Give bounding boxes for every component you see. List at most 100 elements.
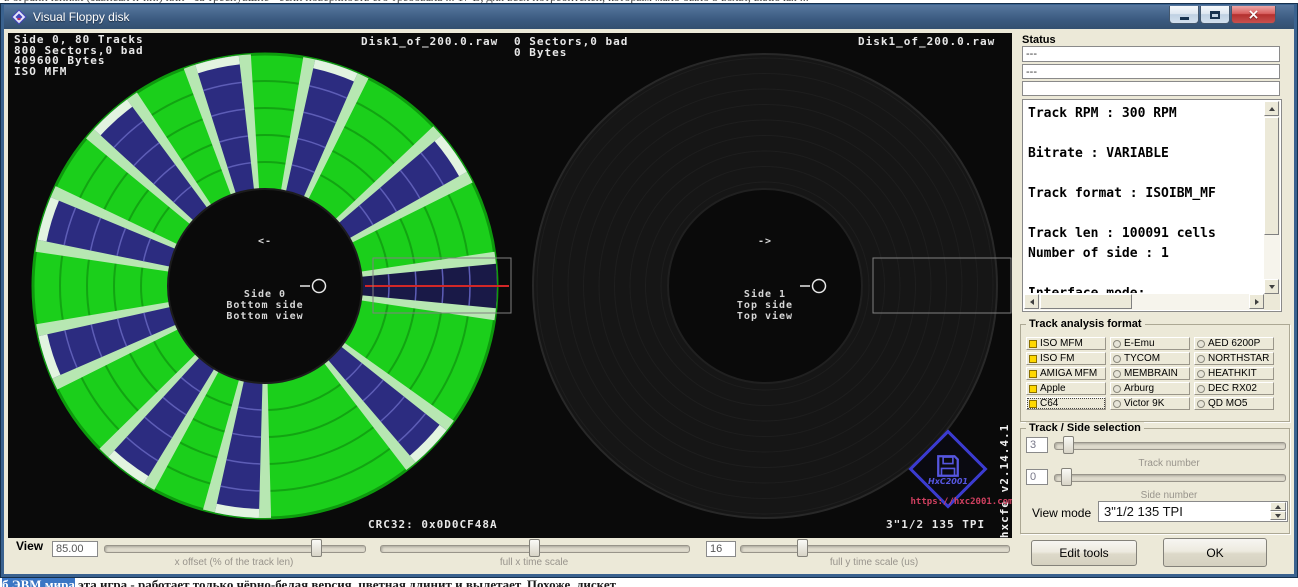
x-offset-slider-label: x offset (% of the track len) xyxy=(175,557,294,568)
background-text-bottom: б ЭВМ мира эта игра - работает только чё… xyxy=(2,578,616,587)
view-mode-select[interactable]: 3"1/2 135 TPI xyxy=(1098,501,1288,522)
scroll-right-button[interactable] xyxy=(1249,294,1264,309)
side-number-field[interactable]: 0 xyxy=(1026,469,1048,485)
minimize-icon xyxy=(1180,17,1189,20)
vertical-scroll-thumb[interactable] xyxy=(1264,117,1279,235)
y-scale-slider[interactable] xyxy=(740,545,1010,553)
side1-stats: 0 Sectors,0 bad 0 Bytes xyxy=(514,37,628,58)
slider-thumb[interactable] xyxy=(797,539,808,557)
maximize-button[interactable] xyxy=(1200,6,1230,24)
left-arrow-icon xyxy=(1030,299,1034,305)
view-mode-label: View mode xyxy=(1032,506,1091,520)
format-option[interactable]: MEMBRAIN xyxy=(1110,367,1190,380)
format-option-label: AMIGA MFM xyxy=(1040,368,1097,379)
up-arrow-icon xyxy=(1275,505,1281,509)
side-number-slider[interactable] xyxy=(1054,474,1286,482)
format-option[interactable]: NORTHSTAR xyxy=(1194,352,1274,365)
format-option[interactable]: HEATHKIT xyxy=(1194,367,1274,380)
x-scale-slider-label: full x time scale xyxy=(500,557,568,568)
slider-thumb[interactable] xyxy=(311,539,322,557)
track-number-slider[interactable] xyxy=(1054,442,1286,450)
view-mode-spin-up[interactable] xyxy=(1270,502,1286,511)
x-scale-slider[interactable] xyxy=(380,545,690,553)
format-option[interactable]: Victor 9K xyxy=(1110,397,1190,410)
format-option[interactable]: Arburg xyxy=(1110,382,1190,395)
format-option[interactable]: TYCOM xyxy=(1110,352,1190,365)
window-title: Visual Floppy disk xyxy=(33,10,130,24)
format-option[interactable]: E-Emu xyxy=(1110,337,1190,350)
format-option[interactable]: AMIGA MFM xyxy=(1026,367,1106,380)
edit-tools-button[interactable]: Edit tools xyxy=(1031,540,1137,566)
floppy-icon xyxy=(935,453,961,479)
status-field-1[interactable]: --- xyxy=(1022,46,1280,62)
format-option-label: Apple xyxy=(1040,383,1066,394)
track-number-field[interactable]: 3 xyxy=(1026,437,1048,453)
horizontal-scroll-thumb[interactable] xyxy=(1040,294,1132,309)
scroll-up-button[interactable] xyxy=(1264,101,1279,116)
radio-indicator xyxy=(1113,370,1121,378)
disk-canvas[interactable]: Side 0, 80 Tracks 800 Sectors,0 bad 4096… xyxy=(8,33,1012,538)
radio-indicator xyxy=(1197,370,1205,378)
horizontal-scrollbar[interactable] xyxy=(1024,294,1264,310)
minimize-button[interactable] xyxy=(1169,6,1199,24)
app-icon xyxy=(11,9,27,25)
y-scale-slider-label: full y time scale (us) xyxy=(830,557,918,568)
led-indicator xyxy=(1029,400,1037,408)
close-button[interactable]: × xyxy=(1231,6,1276,24)
radio-indicator xyxy=(1197,400,1205,408)
client-area: Side 0, 80 Tracks 800 Sectors,0 bad 4096… xyxy=(4,29,1294,574)
ok-button[interactable]: OK xyxy=(1163,538,1267,567)
background-text-selection: б ЭВМ мира xyxy=(2,578,75,587)
format-option[interactable]: ISO FM xyxy=(1026,352,1106,365)
x-offset-field[interactable]: 85.00 xyxy=(52,541,98,557)
disk-visualization[interactable] xyxy=(8,33,1012,538)
format-option[interactable]: AED 6200P xyxy=(1194,337,1274,350)
track-info-text: Track RPM : 300 RPM Bitrate : VARIABLE T… xyxy=(1028,104,1262,293)
format-option[interactable]: QD MO5 xyxy=(1194,397,1274,410)
right-arrow-icon xyxy=(1255,299,1259,305)
crc-label: CRC32: 0x0D0CF48A xyxy=(368,520,498,531)
format-option-label: ISO MFM xyxy=(1040,338,1083,349)
radio-indicator xyxy=(1197,340,1205,348)
scroll-down-button[interactable] xyxy=(1264,279,1279,294)
y-scale-field[interactable]: 16 xyxy=(706,541,736,557)
led-indicator xyxy=(1029,370,1037,378)
format-option-label: TYCOM xyxy=(1124,353,1160,364)
slider-thumb[interactable] xyxy=(1061,468,1072,486)
vertical-scrollbar[interactable] xyxy=(1264,101,1280,294)
background-page-bottom: б ЭВМ мира эта игра - работает только чё… xyxy=(0,578,1298,587)
right-disk-filename: Disk1_of_200.0.raw xyxy=(858,37,995,48)
format-option[interactable]: ISO MFM xyxy=(1026,337,1106,350)
format-option-label: E-Emu xyxy=(1124,338,1155,349)
title-bar[interactable]: Visual Floppy disk × xyxy=(4,5,1294,29)
slider-thumb[interactable] xyxy=(529,539,540,557)
format-option-c64[interactable]: C64 xyxy=(1026,397,1106,410)
left-disk-center-label: Side 0 Bottom side Bottom view xyxy=(226,289,303,322)
x-offset-slider[interactable] xyxy=(104,545,366,553)
track-side-group-label: Track / Side selection xyxy=(1026,422,1144,434)
format-option-label: Victor 9K xyxy=(1124,398,1164,409)
format-option-label: NORTHSTAR xyxy=(1208,353,1269,364)
format-option-label: DEC RX02 xyxy=(1208,383,1257,394)
status-field-2[interactable]: --- xyxy=(1022,64,1280,79)
radio-indicator xyxy=(1113,340,1121,348)
scrollbar-corner xyxy=(1264,294,1280,310)
format-option-label: QD MO5 xyxy=(1208,398,1247,409)
format-option[interactable]: DEC RX02 xyxy=(1194,382,1274,395)
window-controls: × xyxy=(1168,6,1276,24)
track-number-slider-label: Track number xyxy=(1138,458,1199,469)
slider-thumb[interactable] xyxy=(1063,436,1074,454)
up-arrow-icon xyxy=(1269,107,1275,111)
library-version-label: libhxcfe v2.14.4.1 xyxy=(998,393,1011,538)
scroll-left-button[interactable] xyxy=(1024,294,1039,309)
media-type-label: 3"1/2 135 TPI xyxy=(886,520,985,531)
status-field-3[interactable] xyxy=(1022,81,1280,96)
format-option[interactable]: Apple xyxy=(1026,382,1106,395)
radio-indicator xyxy=(1197,385,1205,393)
view-mode-spin-down[interactable] xyxy=(1270,511,1286,520)
format-option-label: AED 6200P xyxy=(1208,338,1260,349)
right-disk-rotation-arrow: -> xyxy=(758,236,772,247)
format-options-grid: ISO MFM ISO FM AMIGA MFM Apple C64 E-Emu… xyxy=(1026,337,1274,410)
track-info-box[interactable]: Track RPM : 300 RPM Bitrate : VARIABLE T… xyxy=(1022,99,1282,312)
radio-indicator xyxy=(1113,385,1121,393)
